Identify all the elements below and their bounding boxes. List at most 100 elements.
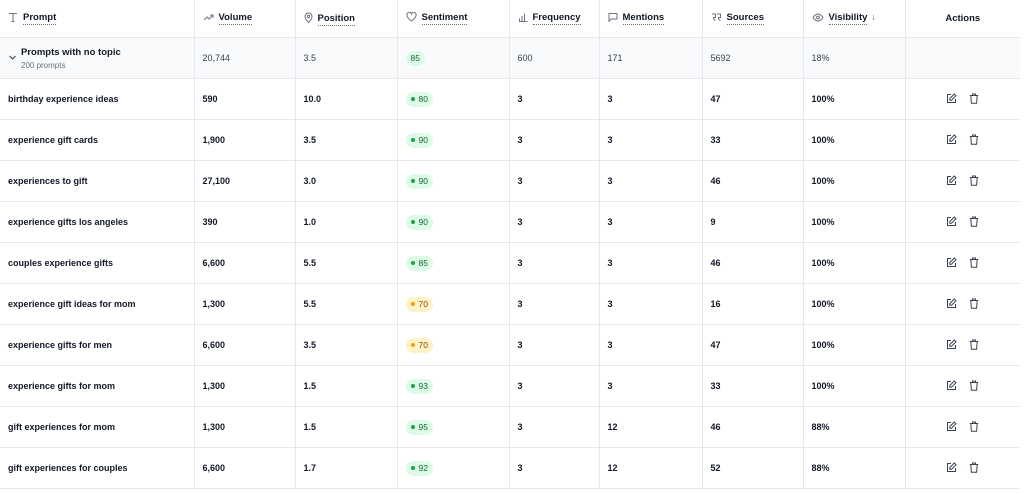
sentiment-cell: 92 xyxy=(397,447,510,489)
sentiment-dot xyxy=(410,342,415,347)
position-cell: 5.5 xyxy=(295,283,398,325)
sentiment-cell: 90 xyxy=(397,160,510,202)
sources-cell: 46 xyxy=(702,160,804,202)
header-mentions[interactable]: Mentions xyxy=(599,0,703,38)
sort-desc-indicator: ↓ xyxy=(871,12,877,23)
sentiment-value: 85 xyxy=(418,257,428,268)
edit-icon[interactable] xyxy=(946,133,957,147)
trash-icon[interactable] xyxy=(969,298,979,311)
volume-cell: 590 xyxy=(194,78,296,120)
trash-icon[interactable] xyxy=(969,134,979,147)
table-row[interactable]: gift experiences for couples 6,600 1.7 9… xyxy=(0,447,1020,489)
trash-icon[interactable] xyxy=(969,93,979,106)
group-title-cell[interactable]: Prompts with no topic 200 prompts xyxy=(0,37,195,79)
prompt-cell: experience gift cards xyxy=(0,119,195,161)
header-visibility[interactable]: Visibility ↓ xyxy=(803,0,906,38)
header-frequency[interactable]: Frequency xyxy=(509,0,600,38)
group-frequency: 600 xyxy=(509,37,600,79)
header-actions: Actions xyxy=(905,0,1020,38)
actions-cell xyxy=(905,447,1020,489)
edit-icon[interactable] xyxy=(946,215,957,229)
position-cell: 10.0 xyxy=(295,78,398,120)
group-sources: 5692 xyxy=(702,37,804,79)
prompt-cell: experience gift ideas for mom xyxy=(0,283,195,325)
volume-cell: 390 xyxy=(194,201,296,243)
sentiment-cell: 80 xyxy=(397,78,510,120)
trash-icon[interactable] xyxy=(969,257,979,270)
sources-cell: 33 xyxy=(702,365,804,407)
table-row[interactable]: experience gifts for mom 1,300 1.5 93 3 … xyxy=(0,365,1020,407)
edit-icon[interactable] xyxy=(946,420,957,434)
header-volume-label: Volume xyxy=(218,12,253,25)
header-position[interactable]: Position xyxy=(295,0,398,38)
frequency-cell: 3 xyxy=(509,365,600,407)
table-row[interactable]: experience gifts for men 6,600 3.5 70 3 … xyxy=(0,324,1020,366)
sentiment-dot xyxy=(410,465,415,470)
sentiment-badge: 95 xyxy=(405,419,433,435)
prompt-cell: gift experiences for couples xyxy=(0,447,195,489)
header-sentiment[interactable]: Sentiment xyxy=(397,0,510,38)
table-row[interactable]: experience gift cards 1,900 3.5 90 3 3 3… xyxy=(0,119,1020,161)
sentiment-cell: 95 xyxy=(397,406,510,448)
trash-icon[interactable] xyxy=(969,216,979,229)
table-row[interactable]: couples experience gifts 6,600 5.5 85 3 … xyxy=(0,242,1020,284)
trash-icon[interactable] xyxy=(969,339,979,352)
table-row[interactable]: birthday experience ideas 590 10.0 80 3 … xyxy=(0,78,1020,120)
sentiment-value: 90 xyxy=(418,175,428,186)
trash-icon[interactable] xyxy=(969,421,979,434)
chevron-down-icon[interactable] xyxy=(8,53,17,64)
header-sources[interactable]: Sources xyxy=(702,0,804,38)
volume-cell: 6,600 xyxy=(194,447,296,489)
text-icon xyxy=(8,12,18,25)
prompt-cell: experience gifts for mom xyxy=(0,365,195,407)
sentiment-value: 93 xyxy=(418,380,428,391)
sentiment-cell: 70 xyxy=(397,324,510,366)
sentiment-dot xyxy=(410,178,415,183)
mentions-cell: 3 xyxy=(599,365,703,407)
sentiment-badge: 93 xyxy=(405,378,433,394)
edit-icon[interactable] xyxy=(946,297,957,311)
sentiment-badge: 70 xyxy=(405,337,433,353)
edit-icon[interactable] xyxy=(946,174,957,188)
edit-icon[interactable] xyxy=(946,338,957,352)
sentiment-value: 90 xyxy=(418,216,428,227)
volume-cell: 27,100 xyxy=(194,160,296,202)
mentions-cell: 3 xyxy=(599,119,703,161)
table-row[interactable]: experiences to gift 27,100 3.0 90 3 3 46… xyxy=(0,160,1020,202)
volume-cell: 6,600 xyxy=(194,242,296,284)
trash-icon[interactable] xyxy=(969,380,979,393)
header-prompt[interactable]: Prompt xyxy=(0,0,195,38)
edit-icon[interactable] xyxy=(946,379,957,393)
position-cell: 3.5 xyxy=(295,119,398,161)
volume-cell: 6,600 xyxy=(194,324,296,366)
header-volume[interactable]: Volume xyxy=(194,0,296,38)
frequency-cell: 3 xyxy=(509,406,600,448)
group-volume: 20,744 xyxy=(194,37,296,79)
frequency-cell: 3 xyxy=(509,201,600,243)
message-icon xyxy=(608,12,618,25)
sentiment-cell: 90 xyxy=(397,119,510,161)
actions-cell xyxy=(905,365,1020,407)
heart-icon xyxy=(405,11,417,25)
volume-cell: 1,300 xyxy=(194,283,296,325)
sentiment-badge: 85 xyxy=(405,255,433,271)
table-row[interactable]: experience gifts los angeles 390 1.0 90 … xyxy=(0,201,1020,243)
edit-icon[interactable] xyxy=(946,461,957,475)
prompt-cell: experience gifts los angeles xyxy=(0,201,195,243)
sentiment-cell: 90 xyxy=(397,201,510,243)
trash-icon[interactable] xyxy=(969,462,979,475)
header-prompt-label: Prompt xyxy=(23,12,57,25)
header-sources-label: Sources xyxy=(726,12,764,25)
trash-icon[interactable] xyxy=(969,175,979,188)
sentiment-value: 70 xyxy=(418,339,428,350)
edit-icon[interactable] xyxy=(946,256,957,270)
table-row[interactable]: experience gift ideas for mom 1,300 5.5 … xyxy=(0,283,1020,325)
mentions-cell: 3 xyxy=(599,78,703,120)
sentiment-cell: 85 xyxy=(397,242,510,284)
group-row[interactable]: Prompts with no topic 200 prompts 20,744 … xyxy=(0,37,1020,79)
sources-cell: 33 xyxy=(702,119,804,161)
table-row[interactable]: gift experiences for mom 1,300 1.5 95 3 … xyxy=(0,406,1020,448)
edit-icon[interactable] xyxy=(946,92,957,106)
position-cell: 3.0 xyxy=(295,160,398,202)
sources-cell: 47 xyxy=(702,324,804,366)
